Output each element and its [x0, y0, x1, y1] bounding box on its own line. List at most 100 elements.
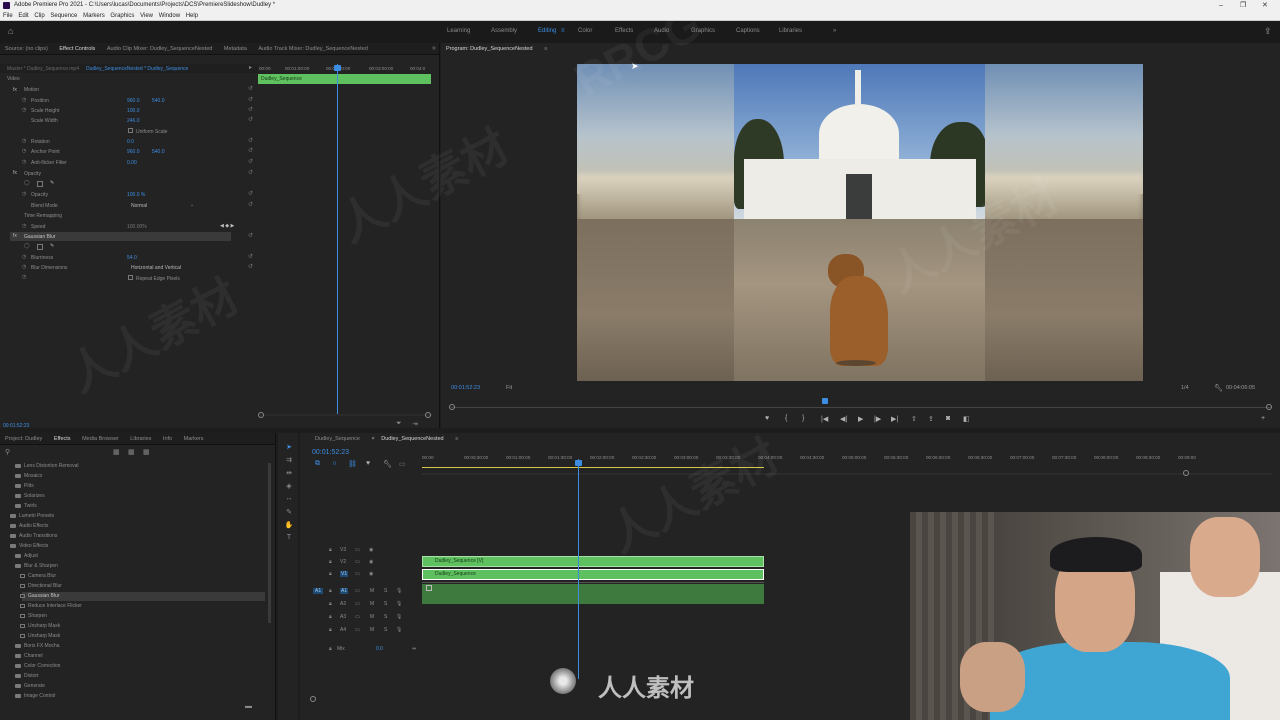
lock-icon[interactable]: 🔒︎	[329, 627, 332, 633]
effects-folder[interactable]: Generate	[15, 683, 45, 689]
microphone-icon[interactable]: 🎙︎	[396, 614, 402, 620]
minimize-icon[interactable]: –	[1219, 0, 1223, 11]
mute-button[interactable]: M	[370, 627, 374, 633]
effects-folder[interactable]: Channel	[15, 653, 43, 659]
effect-item[interactable]: Sharpen	[20, 613, 47, 619]
captions-icon[interactable]: ▭	[399, 460, 406, 468]
track-label[interactable]: A3	[340, 614, 346, 620]
step-back-icon[interactable]: ◀|	[840, 415, 847, 423]
menu-help[interactable]: Help	[186, 13, 198, 19]
effect-item[interactable]: Unsharp Mask	[20, 633, 60, 639]
wrench-icon[interactable]: 🔧︎	[1214, 384, 1223, 392]
stopwatch-icon[interactable]: ◷	[22, 264, 26, 270]
effect-item[interactable]: Directional Blur	[20, 583, 62, 589]
blurriness-value[interactable]: 54.0	[127, 255, 137, 261]
solo-button[interactable]: S	[384, 588, 387, 594]
resolution-dropdown[interactable]: 1/4	[1181, 385, 1189, 391]
stopwatch-icon[interactable]: ◷	[22, 148, 26, 154]
program-video-frame[interactable]	[577, 64, 1143, 381]
snap-icon[interactable]: ∩	[332, 460, 337, 467]
eye-icon[interactable]: ◉	[369, 559, 373, 565]
effects-folder[interactable]: Pitts	[15, 483, 34, 489]
track-label[interactable]: V3	[340, 547, 346, 553]
tab-dudley-sequence[interactable]: Dudley_Sequence	[315, 436, 360, 442]
stopwatch-icon[interactable]: ◷	[22, 107, 26, 113]
work-area-bar[interactable]	[422, 467, 764, 468]
lock-icon[interactable]: 🔒︎	[329, 646, 332, 652]
effects-folder[interactable]: Audio Transitions	[10, 533, 57, 539]
tab-markers[interactable]: Markers	[184, 436, 204, 442]
reset-icon[interactable]: ↺	[248, 253, 253, 260]
effects-folder[interactable]: Image Control	[15, 693, 55, 699]
lock-icon[interactable]: 🔒︎	[329, 601, 332, 607]
workspace-learning[interactable]: Learning	[447, 28, 470, 34]
opacity-section-label[interactable]: Opacity	[24, 171, 41, 177]
effects-folder[interactable]: Blur & Sharpen	[15, 563, 58, 569]
fit-dropdown[interactable]: Fit	[506, 385, 512, 391]
new-bin-icon[interactable]: ▬	[245, 703, 252, 710]
clip-v2[interactable]: Dudley_Sequence [V]	[422, 556, 764, 567]
slip-tool-icon[interactable]: ↔	[284, 495, 294, 502]
extract-icon[interactable]: ⇪	[928, 415, 934, 423]
repeat-edge-checkbox[interactable]	[128, 275, 133, 280]
effects-folder[interactable]: Mosaics	[15, 473, 42, 479]
play-only-icon[interactable]: ▸	[249, 64, 252, 71]
step-forward-icon[interactable]: |▶	[874, 415, 881, 423]
tab-libraries[interactable]: Libraries	[130, 436, 151, 442]
track-label[interactable]: V2	[340, 559, 346, 565]
accelerated-effects-icon[interactable]: ▦	[113, 448, 120, 456]
zoom-handle[interactable]	[449, 404, 455, 410]
reset-icon[interactable]: ↺	[248, 158, 253, 165]
solo-button[interactable]: S	[384, 601, 387, 607]
zoom-handle[interactable]	[1183, 470, 1189, 476]
menu-sequence[interactable]: Sequence	[50, 13, 77, 19]
tab-audio-track-mixer[interactable]: Audio Track Mixer: Dudley_SequenceNested	[258, 46, 367, 52]
stopwatch-icon[interactable]: ◷	[22, 138, 26, 144]
rect-mask-icon[interactable]	[37, 244, 43, 250]
effects-folder[interactable]: Audio Effects	[10, 523, 48, 529]
solo-button[interactable]: S	[384, 614, 387, 620]
menu-view[interactable]: View	[140, 13, 153, 19]
sync-lock-icon[interactable]: ▭	[355, 588, 360, 594]
mark-in-icon[interactable]: {	[785, 415, 787, 422]
tab-project[interactable]: Project: Dudley	[5, 436, 42, 442]
tab-program[interactable]: Program: Dudley_SequenceNested	[446, 46, 533, 52]
pen-tool-icon[interactable]: ✎	[284, 508, 294, 516]
fx-zoom-scrollbar[interactable]	[260, 414, 432, 416]
solo-button[interactable]: S	[384, 627, 387, 633]
reset-icon[interactable]: ↺	[248, 190, 253, 197]
fx-playhead[interactable]	[337, 64, 338, 414]
close-icon[interactable]: ✕	[1262, 0, 1268, 11]
menu-clip[interactable]: Clip	[34, 13, 44, 19]
reset-icon[interactable]: ↺	[248, 263, 253, 270]
effect-item[interactable]: Reduce Interlace Flicker	[20, 603, 82, 609]
tab-media-browser[interactable]: Media Browser	[82, 436, 119, 442]
master-clip-path[interactable]: Master * Dudley_Sequence.mp4	[7, 66, 79, 72]
sync-lock-icon[interactable]: ▭	[355, 614, 360, 620]
stopwatch-icon[interactable]: ◷	[22, 159, 26, 165]
track-label[interactable]: A1	[340, 588, 349, 594]
sequence-clip-path[interactable]: Dudley_SequenceNested * Dudley_Sequence	[86, 66, 188, 72]
reset-icon[interactable]: ↺	[248, 85, 253, 92]
stopwatch-icon[interactable]: ◷	[22, 223, 26, 229]
workspace-graphics[interactable]: Graphics	[691, 28, 715, 34]
lock-icon[interactable]: 🔒︎	[329, 614, 332, 620]
reset-icon[interactable]: ↺	[248, 96, 253, 103]
workspace-assembly[interactable]: Assembly	[491, 28, 517, 34]
rect-mask-icon[interactable]	[37, 181, 43, 187]
anti-flicker-value[interactable]: 0.00	[127, 160, 137, 166]
share-icon[interactable]: ⇪	[1264, 26, 1272, 37]
effects-scrollbar[interactable]	[268, 463, 271, 623]
menu-window[interactable]: Window	[159, 13, 180, 19]
motion-label[interactable]: Motion	[24, 87, 39, 93]
keyframe-nav-icon[interactable]: ◀ ◆ ▶	[220, 223, 234, 229]
mute-button[interactable]: M	[370, 601, 374, 607]
linked-selection-icon[interactable]: ⛓	[348, 460, 357, 468]
fx-playhead-handle[interactable]	[334, 65, 341, 71]
reset-icon[interactable]: ↺	[248, 201, 253, 208]
timeline-playhead-handle[interactable]	[575, 460, 582, 466]
chevron-down-icon[interactable]: ⌄	[190, 202, 194, 208]
stopwatch-icon[interactable]: ◷	[22, 254, 26, 260]
uniform-scale-checkbox[interactable]	[128, 128, 133, 133]
filter-icon[interactable]: ⏷	[396, 420, 402, 428]
